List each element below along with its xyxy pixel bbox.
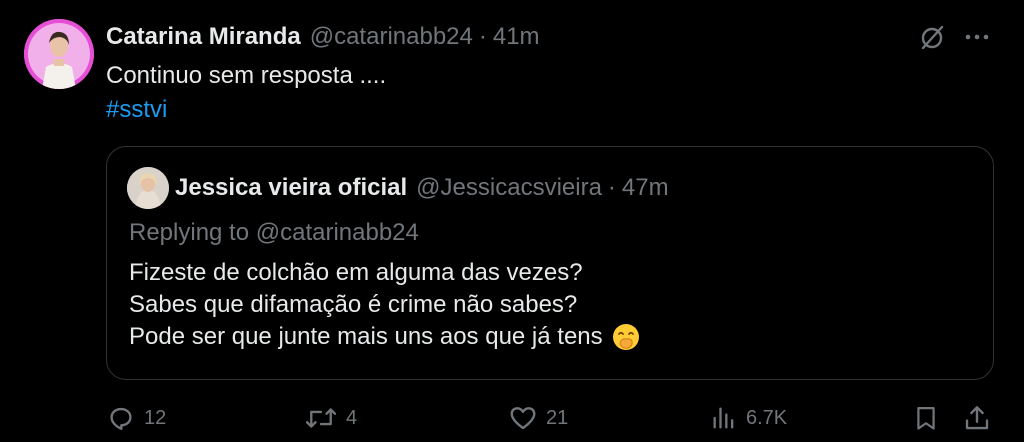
hand-over-mouth-emoji-icon	[611, 322, 641, 352]
quoted-text-line: Sabes que difamação é crime não sabes?	[129, 291, 578, 318]
grok-icon	[921, 25, 944, 50]
quoted-author-name[interactable]: Jessica vieira oficial	[175, 173, 407, 203]
reply-count: 12	[144, 406, 167, 429]
separator-dot: ·	[478, 23, 487, 50]
like-button[interactable]: 21	[508, 398, 568, 438]
share-icon	[965, 406, 989, 430]
quoted-author-handle[interactable]: @Jessicacsvieira	[416, 173, 602, 203]
replying-to: Replying to @catarinabb24	[129, 219, 419, 246]
views-icon	[713, 407, 734, 429]
quoted-text-line-content: Pode ser que junte mais uns aos que já t…	[129, 323, 603, 350]
tweet-header: Catarina Miranda @catarinabb24 · 41m	[106, 22, 540, 52]
quoted-text: Fizeste de colchão em alguma das vezes? …	[129, 257, 641, 353]
quoted-author-avatar[interactable]	[127, 167, 169, 209]
heart-icon	[510, 407, 536, 430]
views-button[interactable]: 6.7K	[710, 398, 787, 438]
reply-icon	[110, 407, 132, 430]
views-count: 6.7K	[746, 406, 788, 429]
hashtag-link[interactable]: #sstvi	[106, 94, 167, 126]
more-icon	[965, 34, 989, 40]
reply-button[interactable]: 12	[106, 398, 166, 438]
repost-icon	[305, 408, 337, 428]
quoted-text-line-last: Pode ser que junte mais uns aos que já t…	[129, 321, 641, 353]
repost-count: 4	[346, 406, 358, 429]
quoted-tweet[interactable]: Jessica vieira oficial @Jessicacsvieira …	[106, 146, 994, 380]
tweet-text: Continuo sem resposta ....	[106, 62, 387, 89]
quoted-timestamp[interactable]: 47m	[622, 173, 669, 203]
tweet[interactable]: Catarina Miranda @catarinabb24 · 41m Con…	[0, 0, 1024, 442]
repost-button[interactable]: 4	[304, 398, 357, 438]
action-bar: 12 4 21 6.7K	[0, 398, 1024, 438]
bookmark-button[interactable]	[912, 398, 940, 438]
like-count: 21	[546, 406, 569, 429]
quoted-header: Jessica vieira oficial @Jessicacsvieira …	[175, 173, 669, 203]
author-avatar[interactable]	[24, 19, 94, 89]
author-name[interactable]: Catarina Miranda	[106, 22, 301, 52]
quoted-text-line: Fizeste de colchão em alguma das vezes?	[129, 259, 583, 286]
bookmark-icon	[917, 406, 935, 430]
share-button[interactable]	[962, 398, 992, 438]
more-button[interactable]	[960, 20, 994, 54]
tweet-timestamp[interactable]: 41m	[493, 22, 540, 52]
quoted-separator-dot: ·	[607, 174, 616, 201]
grok-button[interactable]	[915, 20, 949, 54]
author-handle[interactable]: @catarinabb24	[310, 22, 473, 52]
